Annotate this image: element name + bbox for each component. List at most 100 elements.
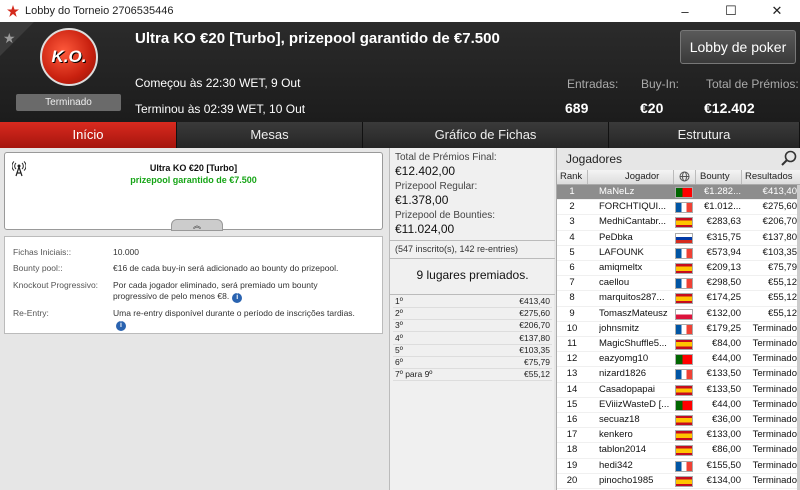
paid-places: 9 lugares premiados. [416, 268, 529, 282]
player-row[interactable]: 1 MaNeLz €1.282... €413,40 [557, 185, 800, 201]
registered-count: (547 inscrito(s), 142 re-entries) [395, 244, 519, 254]
col-rank[interactable]: Rank [560, 171, 582, 182]
detail-value: €16 de cada buy-in será adicionado ao bo… [113, 263, 339, 273]
payout-amount: €103,35 [519, 344, 550, 355]
player-row[interactable]: 16 secuaz18 €36,00 Terminado [557, 413, 800, 429]
player-name: Casadopapai [599, 383, 655, 395]
player-result: €55,12 [767, 307, 797, 319]
player-row[interactable]: 10 johnsmitz €179,25 Terminado [557, 322, 800, 337]
country-flag-icon [675, 384, 693, 396]
player-name: amiqmeltx [599, 262, 643, 273]
country-flag-icon [675, 293, 693, 305]
players-column-headers: Rank Jogador Bounty Resultados [557, 170, 800, 185]
player-row[interactable]: 14 Casadopapai €133,50 Terminado [557, 383, 800, 398]
player-row[interactable]: 17 kenkero €133,00 Terminado [557, 428, 800, 444]
buyin-label: Buy-In: [641, 77, 680, 91]
window-title: Lobby do Torneio 2706535446 [25, 5, 174, 17]
player-row[interactable]: 6 amiqmeltx €209,13 €75,79 [557, 261, 800, 277]
country-flag-icon [675, 415, 693, 426]
player-row[interactable]: 20 pinocho1985 €134,00 Terminado [557, 474, 800, 489]
player-result: €413,40 [762, 186, 797, 197]
country-flag-icon [675, 430, 693, 442]
payout-place: 6º [395, 357, 403, 367]
player-rank: 12 [566, 353, 578, 365]
player-row[interactable]: 3 MedhiCantabr... €283,63 €206,70 [557, 215, 800, 231]
player-row[interactable]: 4 PeDbka €315,75 €137,80 [557, 231, 800, 246]
detail-text: Por cada jogador eliminado, será premiad… [113, 280, 318, 301]
maximize-button[interactable]: ☐ [708, 0, 754, 22]
globe-icon[interactable] [679, 171, 690, 185]
search-icon[interactable] [781, 150, 797, 169]
player-name: kenkero [599, 429, 633, 441]
entries-label: Entradas: [567, 77, 619, 91]
player-rank: 4 [569, 231, 575, 243]
player-rank: 20 [566, 474, 578, 486]
player-rank: 15 [566, 398, 578, 410]
player-rank: 6 [569, 262, 575, 273]
player-name: MagicShuffle5... [599, 338, 667, 349]
player-row[interactable]: 18 tablon2014 €86,00 Terminado [557, 443, 800, 459]
payout-amount: €275,60 [519, 308, 550, 319]
country-flag-icon [675, 187, 693, 198]
info-icon[interactable]: i [232, 293, 243, 303]
payout-row: 2º €275,60 [393, 308, 552, 321]
col-player[interactable]: Jogador [625, 171, 659, 182]
expand-button[interactable]: ︽ [171, 219, 223, 231]
country-flag-icon [675, 308, 693, 320]
divider [390, 240, 555, 241]
player-row[interactable]: 7 caellou €298,50 €55,12 [557, 276, 800, 292]
payout-row: 3º €206,70 [393, 320, 552, 333]
star-icon[interactable]: ★ [3, 30, 16, 47]
player-result: Terminado [752, 353, 797, 365]
player-row[interactable]: 2 FORCHTIQUI... €1.012... €275,60 [557, 200, 800, 216]
player-row[interactable]: 5 LAFOUNK €573,94 €103,35 [557, 246, 800, 261]
info-icon[interactable]: i [116, 321, 126, 331]
tab-estrutura[interactable]: Estrutura [609, 122, 800, 148]
tab-bar: Início Mesas Gráfico de Fichas Estrutura [0, 122, 800, 148]
player-row[interactable]: 12 eazyomg10 €44,00 Terminado [557, 352, 800, 368]
player-bounty: €174,25 [706, 292, 741, 304]
col-bounty[interactable]: Bounty [700, 171, 730, 182]
player-row[interactable]: 9 TomaszMateusz €132,00 €55,12 [557, 307, 800, 322]
player-name: marquitos287... [599, 292, 665, 304]
payout-row: 4º €137,80 [393, 333, 552, 345]
player-name: MaNeLz [599, 186, 635, 197]
player-row[interactable]: 19 hedi342 €155,50 Terminado [557, 459, 800, 474]
regular-prize-value: €1.378,00 [395, 193, 449, 207]
tab-inicio[interactable]: Início [0, 122, 177, 148]
entries-value: 689 [565, 100, 589, 116]
player-result: €137,80 [762, 231, 797, 243]
poker-lobby-button[interactable]: Lobby de poker [680, 30, 796, 64]
detail-text: Uma re-entry disponível durante o períod… [113, 308, 355, 318]
payout-row: 7º para 9º €55,12 [393, 369, 552, 382]
player-name: PeDbka [599, 231, 633, 243]
payout-place: 2º [395, 308, 403, 319]
player-bounty: €133,00 [706, 429, 741, 441]
minimize-button[interactable]: – [662, 0, 708, 22]
final-prize-label: Total de Prémios Final: [395, 152, 497, 163]
player-row[interactable]: 13 nizard1826 €133,50 Terminado [557, 367, 800, 383]
player-rank: 7 [569, 277, 575, 289]
end-time: Terminou às 02:39 WET, 10 Out [135, 102, 306, 116]
player-rank: 8 [569, 292, 575, 304]
info-guarantee: prizepool garantido de €7.500 [130, 175, 257, 185]
player-name: johnsmitz [599, 322, 640, 334]
player-row[interactable]: 15 EViiizWasteD [... €44,00 Terminado [557, 398, 800, 413]
country-flag-icon [675, 263, 693, 274]
player-result: Terminado [752, 383, 797, 395]
close-button[interactable]: ✕ [754, 0, 800, 22]
player-result: Terminado [752, 429, 797, 441]
player-row[interactable]: 8 marquitos287... €174,25 €55,12 [557, 291, 800, 307]
bounty-prize-label: Prizepool de Bounties: [395, 210, 496, 221]
player-name: nizard1826 [599, 368, 647, 380]
country-flag-icon [675, 232, 693, 244]
tab-chip-graph[interactable]: Gráfico de Fichas [363, 122, 609, 148]
payout-place: 1º [395, 296, 403, 306]
player-bounty: €573,94 [706, 246, 741, 258]
payout-row: 6º €75,79 [393, 357, 552, 369]
tab-mesas[interactable]: Mesas [177, 122, 363, 148]
col-results[interactable]: Resultados [745, 171, 793, 182]
player-row[interactable]: 11 MagicShuffle5... €84,00 Terminado [557, 337, 800, 353]
payout-amount: €55,12 [524, 369, 550, 380]
player-bounty: €283,63 [706, 216, 741, 228]
